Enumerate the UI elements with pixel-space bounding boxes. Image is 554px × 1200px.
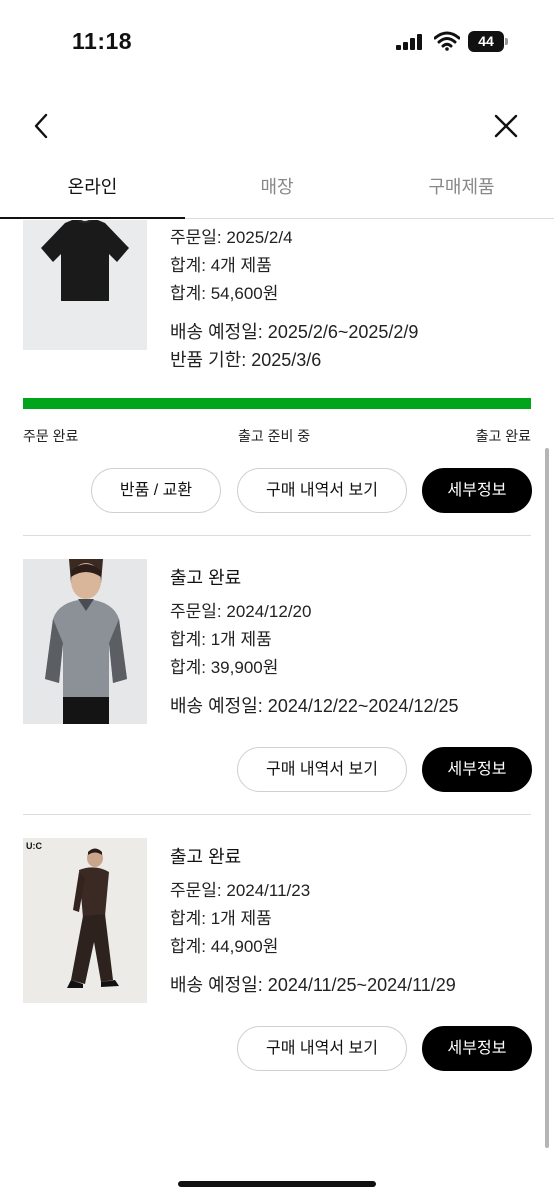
item-count: 합계: 4개 제품 (170, 256, 272, 275)
view-receipt-button[interactable]: 구매 내역서 보기 (237, 468, 407, 513)
product-thumbnail[interactable] (23, 220, 147, 350)
delivery-date: 배송 예정일: 2025/2/6~2025/2/9 (170, 322, 419, 342)
product-thumbnail[interactable]: U:C (23, 838, 147, 1003)
view-receipt-button[interactable]: 구매 내역서 보기 (237, 1026, 407, 1071)
delivery-date: 배송 예정일: 2024/12/22~2024/12/25 (170, 696, 459, 716)
home-indicator[interactable] (178, 1181, 376, 1187)
tab-store[interactable]: 매장 (185, 160, 369, 218)
brand-logo: U:C (26, 841, 42, 851)
nav-bar (0, 100, 554, 152)
order-date: 주문일: 2024/11/23 (170, 881, 311, 900)
tshirt-image (23, 220, 147, 350)
order-info: 출고 완료 주문일: 2024/12/20 합계: 1개 제품 합계: 39,9… (170, 564, 459, 720)
order-total: 합계: 54,600원 (170, 284, 279, 303)
order-list[interactable]: 주문일: 2025/2/4 합계: 4개 제품 합계: 54,600원 배송 예… (0, 220, 554, 1180)
step-shipped: 출고 완료 (475, 428, 531, 444)
details-button[interactable]: 세부정보 (422, 1026, 532, 1071)
tab-purchased-products[interactable]: 구매제품 (369, 160, 554, 218)
delivery-date: 배송 예정일: 2024/11/25~2024/11/29 (170, 975, 456, 995)
order-date: 주문일: 2024/12/20 (170, 602, 312, 621)
order-card: 출고 완료 주문일: 2024/12/20 합계: 1개 제품 합계: 39,9… (0, 536, 554, 814)
order-info: 주문일: 2025/2/4 합계: 4개 제품 합계: 54,600원 배송 예… (170, 224, 418, 374)
order-tabs: 온라인 매장 구매제품 (0, 160, 554, 219)
step-order-complete: 주문 완료 (23, 428, 79, 444)
order-progress-steps: 주문 완료 출고 준비 중 출고 완료 (23, 426, 531, 446)
return-exchange-button[interactable]: 반품 / 교환 (91, 468, 221, 513)
order-progress-bar (23, 398, 531, 409)
order-total: 합계: 39,900원 (170, 658, 279, 677)
wifi-icon (434, 31, 460, 51)
step-preparing-shipment: 출고 준비 중 (238, 428, 311, 444)
battery-icon: 44 (468, 31, 508, 52)
details-button[interactable]: 세부정보 (422, 468, 532, 513)
status-bar: 11:18 44 (0, 0, 554, 80)
jacket-model-image (23, 838, 147, 1003)
order-status: 출고 완료 (170, 847, 242, 867)
close-icon[interactable] (490, 110, 522, 142)
status-time: 11:18 (72, 28, 133, 54)
order-progress-fill (23, 398, 531, 409)
view-receipt-button[interactable]: 구매 내역서 보기 (237, 747, 407, 792)
details-button[interactable]: 세부정보 (422, 747, 532, 792)
order-status: 출고 완료 (170, 568, 242, 588)
return-deadline: 반품 기한: 2025/3/6 (170, 350, 322, 370)
battery-level: 44 (468, 31, 504, 52)
item-count: 합계: 1개 제품 (170, 909, 272, 928)
sweatshirt-model-image (23, 559, 147, 724)
product-thumbnail[interactable] (23, 559, 147, 724)
order-card: U:C 출고 완료 주문일: 2024/11/23 합계: 1개 제품 합계: … (0, 815, 554, 1095)
order-info: 출고 완료 주문일: 2024/11/23 합계: 1개 제품 합계: 44,9… (170, 843, 456, 999)
order-date: 주문일: 2025/2/4 (170, 228, 293, 247)
cellular-signal-icon (396, 34, 426, 50)
scrollbar[interactable] (545, 448, 549, 1148)
item-count: 합계: 1개 제품 (170, 630, 272, 649)
chevron-left-icon[interactable] (26, 110, 58, 142)
order-card: 주문일: 2025/2/4 합계: 4개 제품 합계: 54,600원 배송 예… (0, 220, 554, 535)
order-total: 합계: 44,900원 (170, 937, 279, 956)
tab-online[interactable]: 온라인 (0, 160, 185, 219)
